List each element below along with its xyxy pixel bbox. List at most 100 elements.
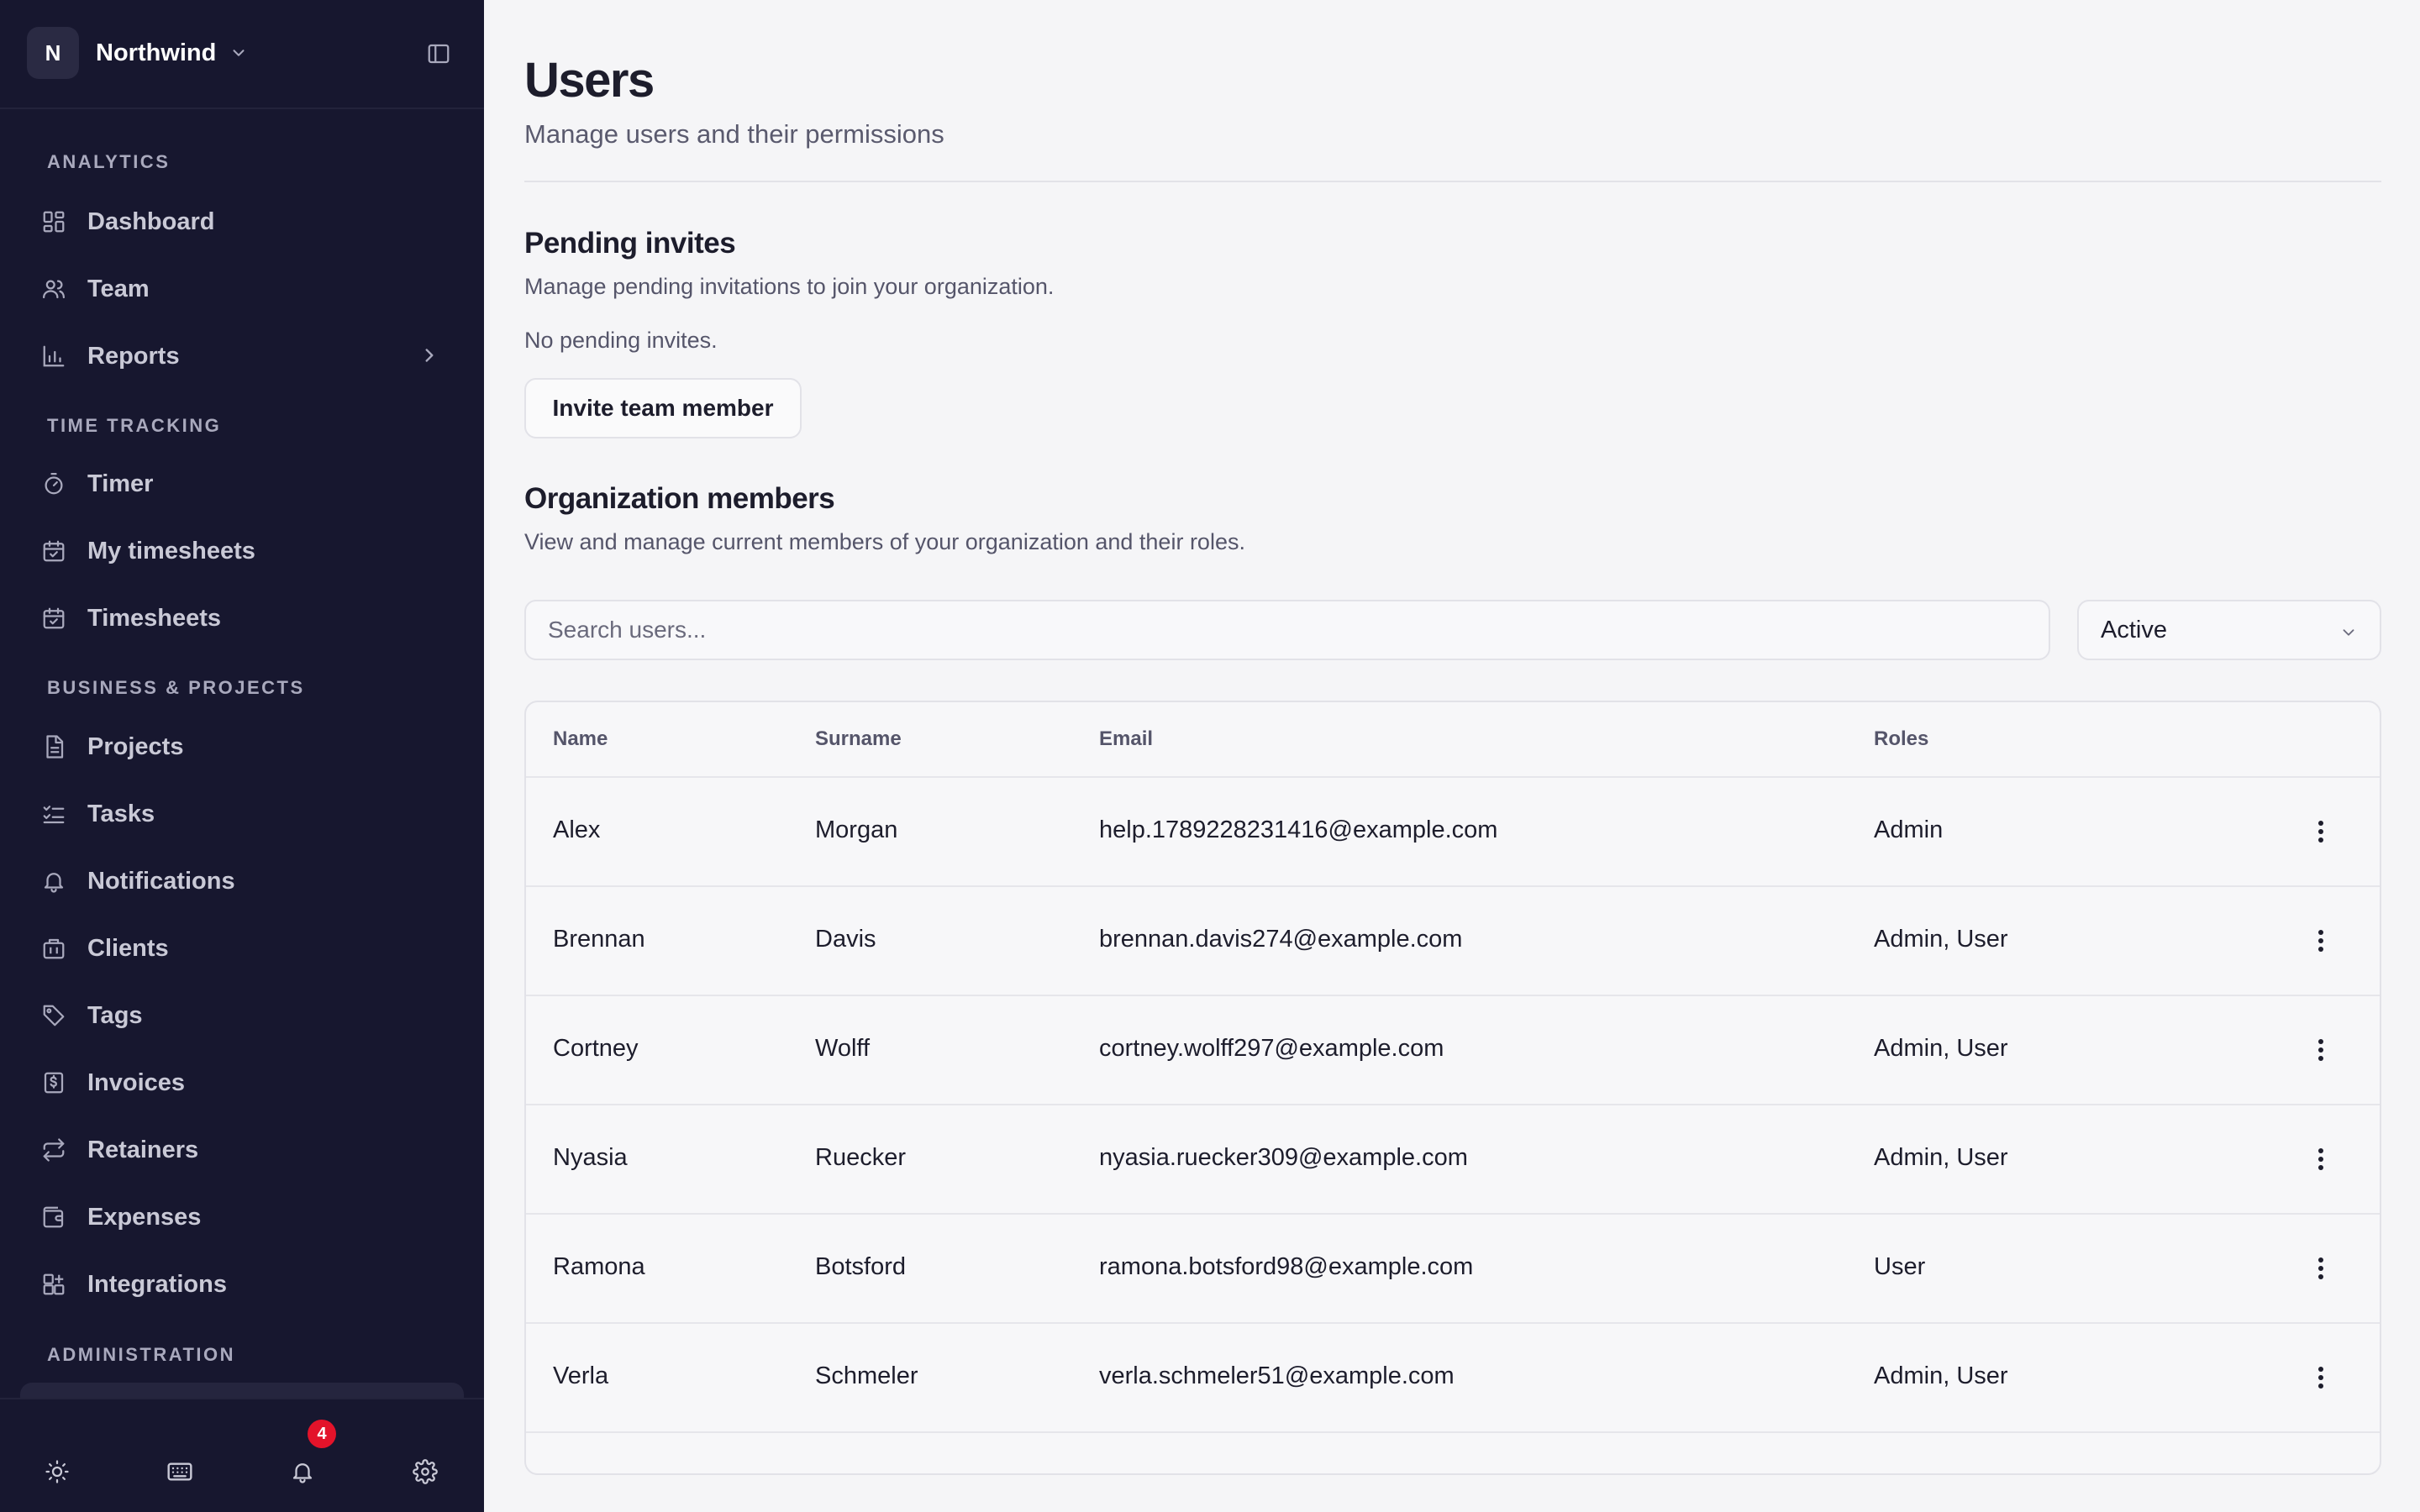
sidebar-item-projects[interactable]: Projects: [20, 719, 464, 774]
building-icon: [40, 935, 67, 962]
sidebar-item-label: My timesheets: [87, 537, 255, 564]
theme-toggle-icon[interactable]: [37, 1452, 77, 1492]
bell-icon[interactable]: [282, 1452, 323, 1492]
more-vertical-icon[interactable]: [2304, 924, 2338, 958]
table-row[interactable]: Brennan Davis brennan.davis274@example.c…: [526, 887, 2380, 996]
sidebar-item-label: Team: [87, 275, 150, 302]
cell-email: verla.schmeler51@example.com: [1099, 1362, 1455, 1389]
table-row[interactable]: Cortney Wolff cortney.wolff297@example.c…: [526, 996, 2380, 1105]
sidebar-item-integrations[interactable]: Integrations: [20, 1257, 464, 1312]
keyboard-icon[interactable]: [160, 1452, 200, 1492]
chevron-down-icon: [229, 44, 248, 62]
cell-roles: Admin, User: [1874, 1035, 2008, 1062]
dashboard-icon: [40, 208, 67, 235]
sidebar-item-tags[interactable]: Tags: [20, 988, 464, 1043]
cell-surname: Davis: [815, 926, 876, 953]
gear-icon[interactable]: [405, 1452, 445, 1492]
more-vertical-icon[interactable]: [2304, 1033, 2338, 1067]
cell-email: nyasia.ruecker309@example.com: [1099, 1144, 1468, 1171]
cell-surname: Botsford: [815, 1253, 906, 1280]
sidebar-item-label: Clients: [87, 934, 169, 962]
sidebar-item-label: Timesheets: [87, 604, 222, 632]
org-switcher[interactable]: N Northwind: [27, 25, 248, 81]
notification-count-badge: 4: [308, 1420, 336, 1448]
section-label-analytics: ANALYTICS: [47, 151, 171, 172]
sidebar-item-reports[interactable]: Reports: [20, 328, 464, 384]
more-vertical-icon[interactable]: [2304, 1142, 2338, 1176]
sidebar-item-timesheets[interactable]: Timesheets: [20, 591, 464, 646]
repeat-icon: [40, 1137, 67, 1163]
page-title: Users: [524, 53, 655, 108]
tag-icon: [40, 1002, 67, 1029]
invite-team-member-button[interactable]: Invite team member: [524, 378, 802, 438]
sidebar-item-label: Expenses: [87, 1203, 202, 1231]
cell-surname: Schmeler: [815, 1362, 918, 1389]
cell-name: Nyasia: [553, 1144, 628, 1171]
column-header-surname[interactable]: Surname: [815, 727, 902, 751]
cell-name: Brennan: [553, 926, 645, 953]
column-header-roles[interactable]: Roles: [1874, 727, 1928, 751]
stopwatch-icon: [40, 470, 67, 497]
cell-roles: Admin, User: [1874, 926, 2008, 953]
members-title: Organization members: [524, 482, 835, 515]
sidebar-item-label: Reports: [87, 342, 180, 370]
page-subtitle: Manage users and their permissions: [524, 119, 944, 149]
org-name: Northwind: [96, 39, 217, 66]
sidebar-item-retainers[interactable]: Retainers: [20, 1122, 464, 1178]
table-row[interactable]: Ramona Botsford ramona.botsford98@exampl…: [526, 1215, 2380, 1324]
section-label-time-tracking: TIME TRACKING: [47, 415, 222, 436]
divider: [0, 108, 484, 109]
org-avatar: N: [27, 27, 79, 79]
bell-icon: [40, 868, 67, 895]
sidebar-item-invoices[interactable]: Invoices: [20, 1055, 464, 1110]
sidebar-item-label: Tags: [87, 1001, 143, 1029]
column-header-email[interactable]: Email: [1099, 727, 1153, 751]
checklist-icon: [40, 801, 67, 827]
divider: [524, 181, 2381, 182]
more-vertical-icon[interactable]: [2304, 1252, 2338, 1285]
sidebar-item-expenses[interactable]: Expenses: [20, 1189, 464, 1245]
calendar-check-icon: [40, 605, 67, 632]
sidebar-item-notifications[interactable]: Notifications: [20, 853, 464, 909]
section-label-administration: ADMINISTRATION: [47, 1344, 236, 1365]
cell-roles: Admin, User: [1874, 1144, 2008, 1171]
members-description: View and manage current members of your …: [524, 529, 1245, 554]
sidebar-item-timer[interactable]: Timer: [20, 456, 464, 512]
table-row[interactable]: Alex Morgan help.1789228231416@example.c…: [526, 778, 2380, 887]
sidebar-toggle-icon[interactable]: [422, 39, 455, 69]
cell-surname: Ruecker: [815, 1144, 906, 1171]
more-vertical-icon[interactable]: [2304, 1361, 2338, 1394]
cell-surname: Wolff: [815, 1035, 871, 1062]
cell-email: cortney.wolff297@example.com: [1099, 1035, 1444, 1062]
cell-name: Ramona: [553, 1253, 645, 1280]
status-filter-select[interactable]: Active: [2077, 600, 2381, 660]
cell-name: Verla: [553, 1362, 609, 1389]
cell-name: Cortney: [553, 1035, 639, 1062]
sidebar-item-label: Retainers: [87, 1136, 199, 1163]
pending-invites-description: Manage pending invitations to join your …: [524, 274, 1055, 299]
sidebar-footer: [0, 1398, 484, 1512]
sidebar-item-dashboard[interactable]: Dashboard: [20, 194, 464, 249]
sidebar-item-my-timesheets[interactable]: My timesheets: [20, 523, 464, 579]
sidebar-item-team[interactable]: Team: [20, 261, 464, 317]
cell-surname: Morgan: [815, 816, 898, 843]
sidebar-item-label: Tasks: [87, 800, 155, 827]
pending-invites-empty: No pending invites.: [524, 328, 718, 353]
section-label-business-projects: BUSINESS & PROJECTS: [47, 677, 305, 698]
sidebar-item-label: Projects: [87, 732, 184, 760]
cell-email: ramona.botsford98@example.com: [1099, 1253, 1474, 1280]
document-icon: [40, 733, 67, 760]
members-table: Name Surname Email Roles Alex Morgan hel…: [524, 701, 2381, 1475]
search-users-input[interactable]: [524, 600, 2050, 660]
sidebar-item-label: Integrations: [87, 1270, 227, 1298]
table-header: Name Surname Email Roles: [526, 702, 2380, 778]
table-row[interactable]: Nyasia Ruecker nyasia.ruecker309@example…: [526, 1105, 2380, 1215]
table-row[interactable]: Verla Schmeler verla.schmeler51@example.…: [526, 1324, 2380, 1433]
sidebar-item-clients[interactable]: Clients: [20, 921, 464, 976]
sidebar-item-label: Dashboard: [87, 207, 215, 235]
more-vertical-icon[interactable]: [2304, 815, 2338, 848]
sidebar-item-tasks[interactable]: Tasks: [20, 786, 464, 842]
status-filter-value: Active: [2101, 616, 2167, 643]
column-header-name[interactable]: Name: [553, 727, 608, 751]
chevron-down-icon: [2339, 623, 2358, 642]
